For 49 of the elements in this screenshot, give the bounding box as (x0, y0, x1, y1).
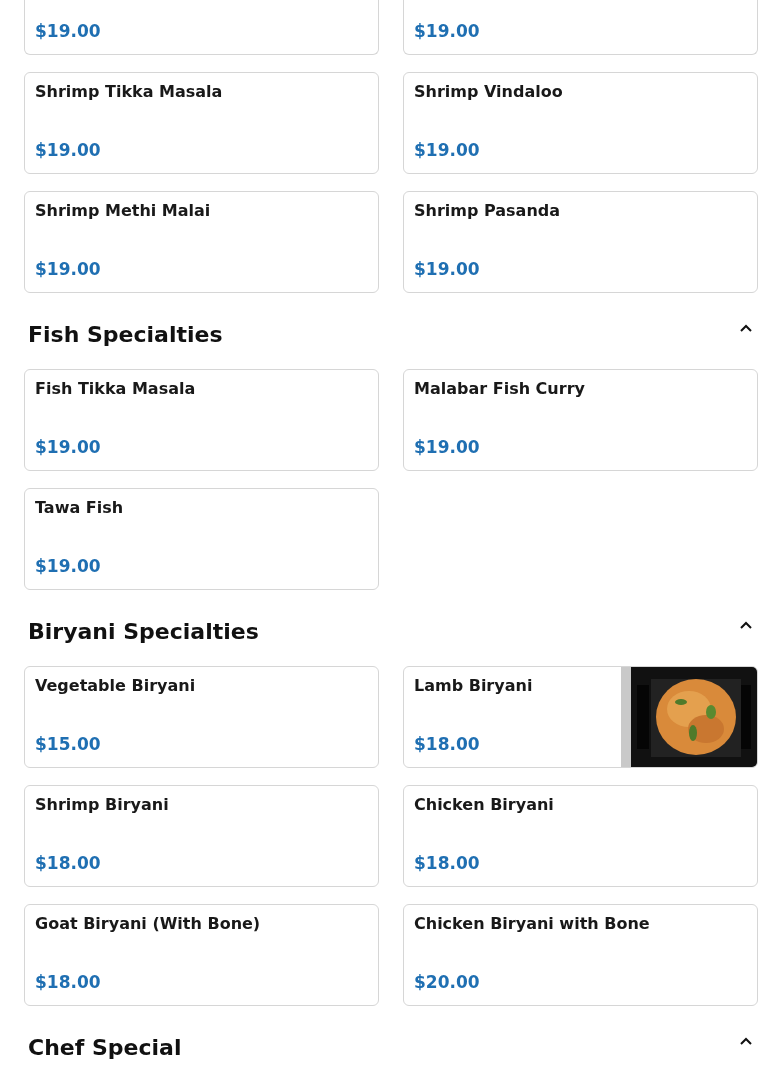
item-name: Vegetable Biryani (35, 675, 197, 697)
item-name: Fish Tikka Masala (35, 378, 197, 400)
item-price: $18.00 (414, 733, 481, 755)
menu-item-card[interactable]: Lamb Biryani $18.00 (403, 666, 758, 768)
item-name: Shrimp Pasanda (414, 200, 562, 222)
item-price: $19.00 (35, 258, 102, 280)
section-title: Chef Special (28, 1034, 182, 1062)
item-name: Shrimp Tikka Masala (35, 81, 224, 103)
item-name: Shrimp Methi Malai (35, 200, 212, 222)
item-price: $15.00 (35, 733, 102, 755)
menu-item-card[interactable]: Shrimp Tikka Masala $19.00 (24, 72, 379, 174)
menu-item-card[interactable]: Tawa Fish $19.00 (24, 488, 379, 590)
menu-item-card[interactable]: Chicken Biryani with Bone $20.00 (403, 904, 758, 1006)
item-price: $19.00 (35, 436, 102, 458)
menu-item-card[interactable]: Fish Tikka Masala $19.00 (24, 369, 379, 471)
item-price: $18.00 (35, 852, 102, 874)
menu-item-card[interactable]: $19.00 (24, 0, 379, 55)
item-name: Lamb Biryani (414, 675, 534, 697)
item-price: $19.00 (414, 139, 481, 161)
item-price: $19.00 (35, 555, 102, 577)
item-name: Malabar Fish Curry (414, 378, 586, 400)
menu-item-card[interactable]: Chicken Biryani $18.00 (403, 785, 758, 887)
item-price: $19.00 (414, 20, 481, 42)
menu-item-card[interactable]: $19.00 (403, 0, 758, 55)
item-price: $19.00 (35, 20, 102, 42)
menu-item-card[interactable]: Malabar Fish Curry $19.00 (403, 369, 758, 471)
item-price: $20.00 (414, 971, 481, 993)
menu-item-card[interactable]: Shrimp Vindaloo $19.00 (403, 72, 758, 174)
item-price: $19.00 (414, 258, 481, 280)
item-name: Shrimp Biryani (35, 794, 170, 816)
chevron-up-icon[interactable] (739, 620, 753, 630)
item-name: Goat Biryani (With Bone) (35, 913, 262, 935)
item-price: $18.00 (414, 852, 481, 874)
item-name: Chicken Biryani with Bone (414, 913, 651, 935)
item-price: $18.00 (35, 971, 102, 993)
chevron-up-icon[interactable] (739, 323, 753, 333)
menu-item-card[interactable]: Vegetable Biryani $15.00 (24, 666, 379, 768)
menu-item-card[interactable]: Goat Biryani (With Bone) $18.00 (24, 904, 379, 1006)
menu-item-card[interactable]: Shrimp Biryani $18.00 (24, 785, 379, 887)
item-price: $19.00 (35, 139, 102, 161)
item-name: Tawa Fish (35, 497, 125, 519)
section-title: Fish Specialties (28, 321, 223, 349)
section-title: Biryani Specialties (28, 618, 259, 646)
menu-item-card[interactable]: Shrimp Pasanda $19.00 (403, 191, 758, 293)
item-price: $19.00 (414, 436, 481, 458)
item-name: Chicken Biryani (414, 794, 555, 816)
item-name: Shrimp Vindaloo (414, 81, 564, 103)
menu-item-card[interactable]: Shrimp Methi Malai $19.00 (24, 191, 379, 293)
chevron-up-icon[interactable] (739, 1036, 753, 1046)
